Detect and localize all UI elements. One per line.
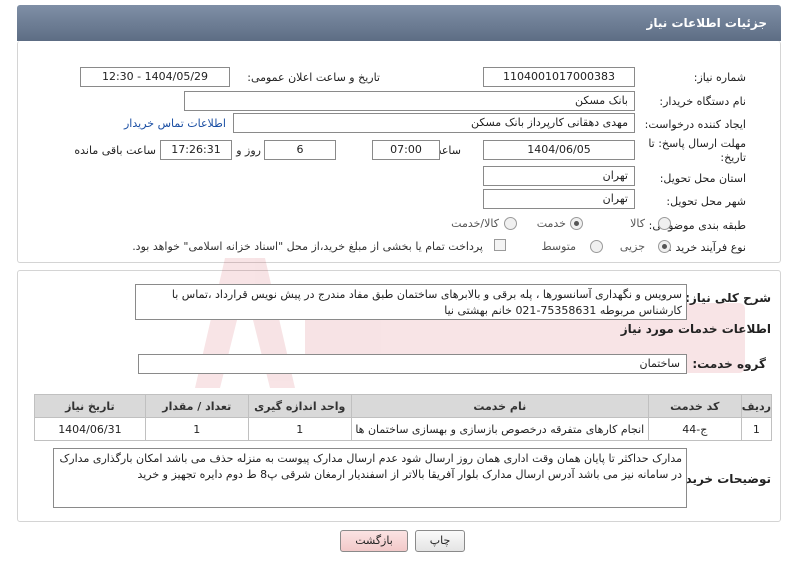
requester-field: مهدی دهقانی کارپرداز بانک مسکن [233,113,635,133]
services-section-title: اطلاعات خدمات مورد نیاز [620,322,771,336]
process-radio-medium[interactable] [590,240,603,253]
deadline-date-field: 1404/06/05 [483,140,635,160]
process-label: نوع فرآیند خرید : [668,241,746,254]
deadline-label-2: تاریخ: [720,151,746,164]
summary-label: شرح کلی نیاز: [685,291,771,305]
col-unit: واحد اندازه گیری [247,394,352,418]
deadline-label-1: مهلت ارسال پاسخ: تا [648,137,746,150]
cell-unit: 1 [247,417,352,441]
process-radio-minor[interactable] [658,240,671,253]
cell-date: 1404/06/31 [34,417,146,441]
col-row: ردیف [740,394,773,418]
process-option-minor: جزیی [619,240,645,253]
summary-textarea[interactable]: سرویس و نگهداری آسانسورها ، پله برقی و ب… [135,284,687,320]
remaining-time-field: 17:26:31 [160,140,232,160]
days-label: روز و [236,144,261,157]
need-number-field: 1104001017000383 [483,67,635,87]
service-group-field: ساختمان [138,354,687,374]
category-option-goods-service: کالا/خدمت [451,217,499,230]
col-date: تاریخ نیاز [34,394,146,418]
table-row: 1 ج-44 انجام کارهای متفرقه درخصوص بازساز… [34,417,773,441]
city-field: تهران [483,189,635,209]
cell-row: 1 [740,417,773,441]
announce-field: 1404/05/29 - 12:30 [80,67,230,87]
cell-qty: 1 [144,417,249,441]
province-label: استان محل تحویل: [659,172,746,185]
province-field: تهران [483,166,635,186]
header-bar: جزئیات اطلاعات نیاز [17,5,781,41]
col-qty: تعداد / مقدار [144,394,249,418]
process-option-medium: متوسط [541,240,576,253]
remaining-label: ساعت باقی مانده [74,144,156,157]
buyer-org-field: بانک مسکن [184,91,635,111]
cell-name: انجام کارهای متفرقه درخصوص بازسازی و بهس… [350,417,649,441]
treasury-payment-checkbox[interactable] [494,239,506,251]
days-field: 6 [264,140,336,160]
page-title: جزئیات اطلاعات نیاز [646,16,767,30]
back-button[interactable]: بازگشت [340,530,408,552]
category-option-goods: کالا [630,217,645,230]
requester-label: ایجاد کننده درخواست: [644,118,746,131]
category-radio-service[interactable] [570,217,583,230]
category-option-service: خدمت [536,217,566,230]
services-table-header: ردیف کد خدمت نام خدمت واحد اندازه گیری ت… [34,394,773,418]
category-radio-goods-service[interactable] [504,217,517,230]
category-radio-goods[interactable] [658,217,671,230]
deadline-time-field: 07:00 [372,140,440,160]
payment-note: پرداخت تمام یا بخشی از مبلغ خرید،از محل … [132,240,483,253]
col-name: نام خدمت [350,394,649,418]
col-code: کد خدمت [647,394,742,418]
cell-code: ج-44 [647,417,742,441]
service-group-label: گروه خدمت: [692,357,766,371]
city-label: شهر محل تحویل: [666,195,746,208]
need-number-label: شماره نیاز: [693,71,746,84]
services-table: ردیف کد خدمت نام خدمت واحد اندازه گیری ت… [34,394,773,441]
buyer-contact-link[interactable]: اطلاعات تماس خریدار [124,117,226,130]
announce-label: تاریخ و ساعت اعلان عمومی: [247,71,380,84]
print-button[interactable]: چاپ [415,530,465,552]
buyer-org-label: نام دستگاه خریدار: [659,95,746,108]
buyer-notes-textarea[interactable]: مدارک حداکثر تا پایان همان وقت اداری هما… [53,448,687,508]
